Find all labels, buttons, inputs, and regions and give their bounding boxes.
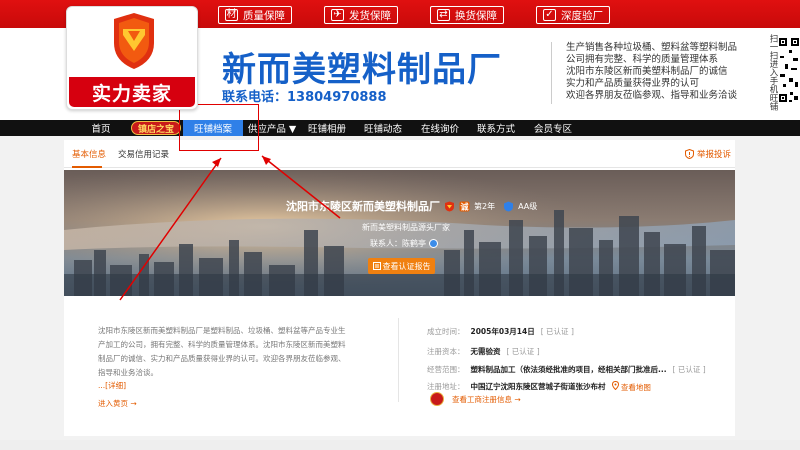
field-business-scope: 经营范围： 塑料制品加工（依法须经批准的项目，经相关部门批准后... [ 已认证… bbox=[427, 364, 706, 375]
bureau-link-label: 查看工商注册信息 → bbox=[452, 394, 521, 404]
report-link[interactable]: 举报投诉 bbox=[684, 148, 731, 160]
treasure-badge[interactable]: 镇店之宝 bbox=[131, 121, 181, 135]
grade-badge-icon bbox=[504, 201, 514, 211]
guarantee-quality: 材 质量保障 bbox=[218, 6, 292, 24]
contact-phone: 联系电话：13804970888 bbox=[222, 90, 387, 105]
nav-item-inquiry[interactable]: 在线询价 bbox=[413, 120, 467, 136]
field-cert: [ 已认证 ] bbox=[506, 347, 540, 356]
field-cert: [ 已认证 ] bbox=[672, 365, 706, 374]
field-value: 塑料制品加工（依法须经批准的项目，经相关部门批准后... bbox=[470, 365, 667, 374]
intro-line: 欢迎各界朋友莅临参观、指导和业务洽谈 bbox=[566, 90, 738, 101]
map-pin-icon bbox=[611, 380, 619, 391]
page-bottom bbox=[0, 440, 800, 450]
company-banner: 沈阳市东陵区新而美塑料制品厂 诚 第2年 AA级 新而美塑料制品源头厂家 联系人… bbox=[64, 170, 735, 296]
header-divider bbox=[551, 42, 552, 104]
guarantee-exchange: ⇄ 换货保障 bbox=[430, 6, 504, 24]
check-shield-icon: ✓ bbox=[543, 9, 556, 21]
enter-yellow-pages-link[interactable]: 进入黄页 → bbox=[98, 398, 137, 409]
svg-text:诚: 诚 bbox=[461, 201, 469, 211]
contact-person-name: 联系人：陈鹤亭 bbox=[370, 239, 426, 248]
intro-line: 沈阳市东陵区新而美塑料制品厂的诚信 bbox=[566, 66, 728, 77]
exchange-icon: ⇄ bbox=[437, 9, 450, 21]
guarantee-label: 发货保障 bbox=[349, 9, 391, 22]
page: 材 质量保障 ✈ 发货保障 ⇄ 换货保障 ✓ 深度验厂 新而美塑料制品厂 联系电… bbox=[0, 0, 800, 450]
years-label: 第2年 bbox=[474, 201, 496, 211]
year-badge-icon: 诚 bbox=[459, 201, 470, 211]
strength-seller-badge: 实力卖家 bbox=[69, 77, 195, 107]
guarantee-factory-inspection: ✓ 深度验厂 bbox=[536, 6, 610, 24]
field-founded: 成立时间： 2005年03月14日 [ 已认证 ] bbox=[427, 326, 574, 337]
nav-item-album[interactable]: 旺铺相册 bbox=[302, 120, 352, 136]
intro-line: 实力和产品质量获得业界的认可 bbox=[566, 78, 700, 89]
tab-basic-info[interactable]: 基本信息 bbox=[72, 148, 106, 160]
field-label: 成立时间： bbox=[427, 327, 465, 336]
grade-label: AA级 bbox=[518, 201, 538, 211]
view-map-link[interactable]: 查看地图 bbox=[611, 380, 651, 393]
shield-logo-icon bbox=[114, 13, 154, 69]
archive-card: 基本信息 交易信用记录 举报投诉 沈阳市东陵区新而美塑料制品厂 诚 第2年 AA… bbox=[64, 140, 735, 436]
tab-credit-record[interactable]: 交易信用记录 bbox=[118, 148, 169, 160]
banner-company-name: 沈阳市东陵区新而美塑料制品厂 bbox=[286, 200, 440, 213]
plane-icon: ✈ bbox=[331, 9, 344, 21]
business-registration-link[interactable]: 查看工商注册信息 → bbox=[430, 392, 521, 406]
company-description: 沈阳市东陵区新而美塑料制品厂是塑料制品、垃圾桶、塑料盆等产品专业生产加工的公司，… bbox=[98, 326, 346, 377]
intro-line: 生产销售各种垃圾桶、塑料盆等塑料制品 bbox=[566, 42, 738, 53]
banner-company-title: 沈阳市东陵区新而美塑料制品厂 诚 第2年 AA级 bbox=[286, 198, 537, 214]
field-label: 注册资本： bbox=[427, 347, 465, 356]
report-label: 举报投诉 bbox=[696, 150, 731, 160]
map-link-label: 查看地图 bbox=[620, 383, 651, 392]
field-value: 无需验资 bbox=[470, 347, 501, 356]
tab-active-indicator bbox=[72, 166, 102, 168]
guarantee-label: 质量保障 bbox=[243, 9, 285, 22]
more-label: ...[详细] bbox=[98, 381, 127, 390]
qr-caption: 扫一扫进入手机旺铺 bbox=[768, 34, 778, 111]
report-shield-icon bbox=[684, 149, 694, 159]
shop-logo[interactable]: 实力卖家 bbox=[66, 6, 198, 110]
qr-code-icon[interactable] bbox=[778, 36, 800, 106]
material-icon: 材 bbox=[225, 9, 238, 21]
field-label: 经营范围： bbox=[427, 365, 465, 374]
field-value: 2005年03月14日 bbox=[470, 327, 535, 336]
company-intro: 生产销售各种垃圾桶、塑料盆等塑料制品 公司拥有完整、科学的质量管理体系 沈阳市东… bbox=[566, 42, 746, 102]
guarantee-label: 换货保障 bbox=[455, 9, 497, 22]
field-cert: [ 已认证 ] bbox=[540, 327, 574, 336]
nav-item-home[interactable]: 首页 bbox=[81, 120, 121, 136]
guarantee-label: 深度验厂 bbox=[561, 9, 603, 22]
national-emblem-icon bbox=[430, 392, 444, 406]
nav-item-contact[interactable]: 联系方式 bbox=[469, 120, 523, 136]
main-nav: 首页 旺铺档案 供应产品 ▼ 旺铺相册 旺铺动态 在线询价 联系方式 会员专区 bbox=[0, 120, 800, 136]
certificate-icon bbox=[372, 262, 381, 270]
more-detail-link[interactable]: ...[详细] bbox=[98, 380, 126, 391]
info-divider bbox=[398, 318, 399, 402]
city-skyline-image bbox=[64, 170, 735, 296]
intro-line: 公司拥有完整、科学的质量管理体系 bbox=[566, 54, 719, 65]
company-name: 新而美塑料制品厂 bbox=[222, 50, 502, 90]
nav-item-news[interactable]: 旺铺动态 bbox=[357, 120, 409, 136]
nav-item-members[interactable]: 会员专区 bbox=[527, 120, 579, 136]
chat-icon[interactable] bbox=[429, 239, 438, 248]
banner-contact-person: 联系人：陈鹤亭 bbox=[370, 238, 438, 249]
banner-subtitle: 新而美塑料制品源头厂家 bbox=[362, 223, 450, 232]
view-cert-report-button[interactable]: 查看认证报告 bbox=[368, 258, 435, 274]
cert-button-label: 查看认证报告 bbox=[382, 261, 431, 271]
guarantee-shipping: ✈ 发货保障 bbox=[324, 6, 398, 24]
annotation-highlight-box bbox=[179, 104, 259, 151]
field-capital: 注册资本： 无需验资 [ 已认证 ] bbox=[427, 346, 540, 357]
info-tabs: 基本信息 交易信用记录 举报投诉 bbox=[64, 140, 735, 168]
seller-shield-icon bbox=[445, 201, 454, 211]
